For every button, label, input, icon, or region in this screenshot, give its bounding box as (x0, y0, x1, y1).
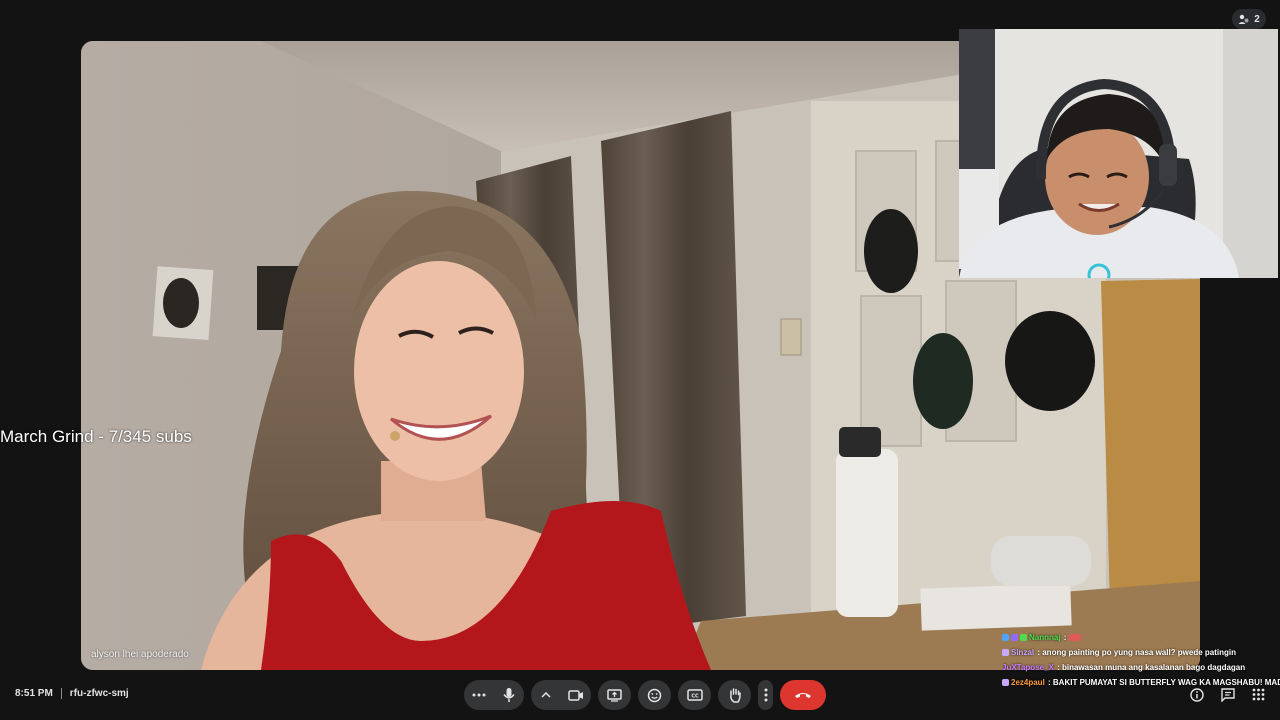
chat-message: JuXTapose_X : binawasan muna ang kasalan… (1002, 663, 1246, 672)
chat-badge-icon (1002, 649, 1009, 656)
chat-text: BAKIT PUMAYAT SI BUTTERFLY WAG KA MAGSHA… (1052, 678, 1280, 687)
chat-username: JuXTapose_X (1002, 663, 1054, 672)
stream-goal-overlay: March Grind - 7/345 subs (0, 427, 192, 446)
svg-text:CC: CC (691, 694, 699, 700)
chat-username: Nannnaj (1029, 633, 1061, 642)
divider (60, 688, 62, 699)
chat-badge-icon (1020, 634, 1027, 641)
more-horizontal-icon[interactable] (464, 680, 494, 710)
hand-icon[interactable] (718, 680, 751, 710)
people-icon (1238, 13, 1250, 25)
stream-chat-overlay: Nannnaj : Sinzal : anong painting po yun… (1002, 630, 1280, 690)
camera-icon[interactable] (561, 680, 591, 710)
meeting-code: rfu-zfwc-smj (69, 688, 129, 699)
more-vertical-icon[interactable] (758, 680, 773, 710)
mic-icon[interactable] (494, 680, 524, 710)
apps-grid-icon[interactable] (1251, 687, 1266, 702)
chat-message: Sinzal : anong painting po yung nasa wal… (1002, 645, 1280, 660)
chat-badge-icon (1002, 679, 1009, 686)
meeting-info: 8:51 PM rfu-zfwc-smj (15, 688, 129, 699)
chat-message: Nannnaj : (1002, 630, 1280, 645)
chevron-up-icon[interactable] (531, 680, 561, 710)
chat-badge-icon (1002, 634, 1009, 641)
camera-control-group (531, 680, 591, 710)
call-controls: CC (464, 680, 826, 710)
side-panel-controls (1189, 687, 1266, 702)
streamer-webcam-overlay (959, 29, 1278, 278)
chat-icon[interactable] (1220, 687, 1235, 702)
mic-control-group (464, 680, 524, 710)
clock-time: 8:51 PM (15, 688, 53, 699)
present-screen-icon[interactable] (598, 680, 631, 710)
participant-name-label: alyson lhei apoderado (91, 649, 189, 660)
emote-icon (1068, 634, 1081, 641)
captions-icon[interactable]: CC (678, 680, 711, 710)
chat-username: Sinzal (1011, 648, 1035, 657)
chat-text: anong painting po yung nasa wall? pwede … (1042, 648, 1237, 657)
info-icon[interactable] (1189, 687, 1204, 702)
participant-count: 2 (1254, 13, 1260, 25)
chat-username: 2ez4paul (1011, 678, 1045, 687)
chat-badge-icon (1011, 634, 1018, 641)
chat-text: binawasan muna ang kasalanan bago dagdag… (1061, 663, 1246, 672)
participant-count-badge[interactable]: 2 (1232, 9, 1266, 29)
phone-hangup-icon[interactable] (780, 680, 826, 710)
emoji-icon[interactable] (638, 680, 671, 710)
